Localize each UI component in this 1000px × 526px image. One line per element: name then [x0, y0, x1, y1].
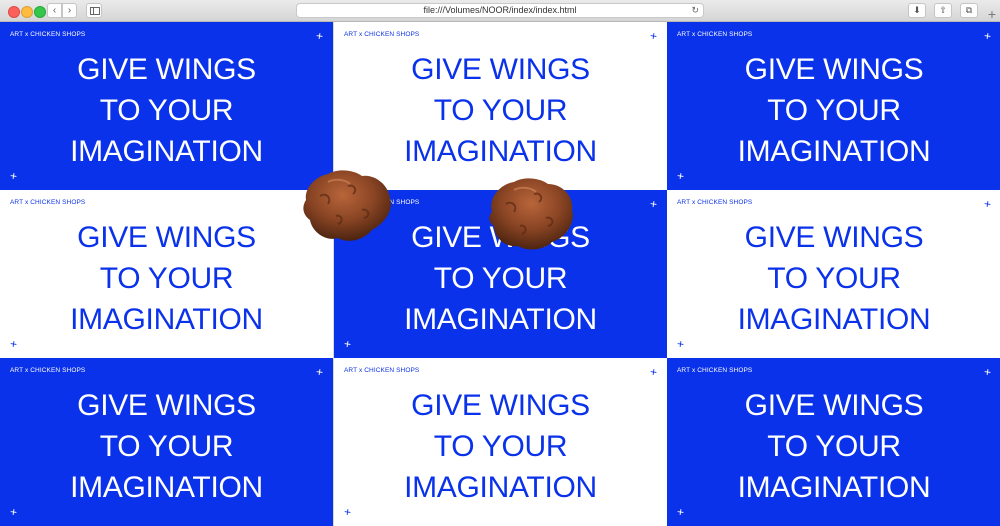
headline-line: TO YOUR: [99, 262, 234, 295]
plus-icon: +: [649, 196, 658, 212]
tile-label: ART x CHICKEN SHOPS: [10, 31, 86, 38]
sidebar-toggle-button[interactable]: [86, 3, 102, 18]
share-icon: ⇧: [939, 5, 947, 15]
plus-icon: +: [983, 28, 992, 44]
tile-headline: GIVE WINGSTO YOURIMAGINATION: [334, 49, 667, 172]
poster-tile: ART x CHICKEN SHOPS+GIVE WINGSTO YOURIMA…: [334, 22, 667, 190]
poster-tile: ART x CHICKEN SHOPS + GIVE WINGS TO YOUR IMA…: [334, 358, 667, 526]
tile-headline: GIVE WINGS TO YOUR IMAGINATION: [667, 385, 1000, 508]
plus-icon: +: [983, 364, 992, 380]
web-page: ART x CHICKEN SHOPS + GIVE WINGS TO YOUR IMA…: [0, 22, 1000, 526]
plus-icon: +: [9, 168, 18, 184]
back-button[interactable]: ‹: [47, 3, 62, 18]
headline-line: GIVE WINGS: [77, 53, 256, 86]
headline-line: IMAGINATION: [737, 303, 931, 336]
tile-headline: GIVE WINGS TO YOUR IMAGINATION: [334, 385, 667, 508]
plus-icon: +: [9, 504, 18, 520]
poster-tile: ART x CHICKEN SHOPS + GIVE WINGS TO YOUR IMA…: [667, 358, 1000, 526]
headline-line: TO YOUR: [433, 94, 568, 127]
tile-label: ART x CHICKEN SHOPS: [10, 199, 86, 206]
poster-tile: ART x CHICKEN SHOPS + GIVE WINGS TO YOUR IMA…: [0, 22, 333, 190]
plus-icon: +: [649, 28, 658, 44]
new-tab-button[interactable]: +: [984, 6, 1000, 22]
plus-icon: +: [676, 168, 685, 184]
rock-image: [303, 170, 391, 241]
chevron-left-icon: ‹: [52, 5, 57, 16]
tile-headline: GIVE WINGS TO YOUR IMAGINATION: [667, 217, 1000, 340]
tile-label: ART x CHICKEN SHOPS: [10, 367, 86, 374]
plus-icon: +: [9, 336, 18, 352]
headline-line: TO YOUR: [433, 430, 568, 463]
headline-line: GIVE WINGS: [744, 221, 924, 254]
headline-line: IMAGINATION: [737, 135, 931, 168]
headline-line: IMAGINATION: [737, 471, 931, 504]
tile-label: ART x CHICKEN SHOPS: [677, 31, 753, 38]
headline-line: IMAGINATION: [70, 135, 263, 168]
headline-line: TO YOUR: [767, 262, 901, 295]
download-icon: ⬇: [913, 5, 921, 15]
headline-line: TO YOUR: [99, 430, 234, 463]
tile-label: ART x CHICKEN SHOPS: [677, 199, 753, 206]
headline-line: IMAGINATION: [70, 303, 263, 336]
poster-tile: ART x CHICKEN SHOPS + GIVE WINGS TO YOUR IMA…: [0, 358, 333, 526]
headline-line: TO YOUR: [99, 94, 234, 127]
chevron-right-icon: ›: [67, 5, 72, 16]
tab-overview-button[interactable]: ⧉: [960, 3, 978, 18]
downloads-button[interactable]: ⬇: [908, 3, 926, 18]
tile-headline: GIVE WINGS TO YOUR IMAGINATION: [0, 217, 333, 340]
plus-icon: +: [343, 504, 352, 520]
tile-label: ART x CHICKEN SHOPS: [677, 367, 753, 374]
tile-headline: GIVE WINGS TO YOUR IMAGINATION: [0, 49, 333, 172]
headline-line: IMAGINATION: [70, 471, 263, 504]
plus-icon: +: [343, 336, 352, 352]
headline-line: IMAGINATION: [404, 471, 597, 504]
browser-toolbar: ‹ › file:///Volumes/NOOR/index/index.htm…: [0, 0, 1000, 22]
address-bar[interactable]: file:///Volumes/NOOR/index/index.html ↻: [296, 3, 704, 18]
poster-tile: ART x CHICKEN SHOPS + GIVE WINGS TO YOUR IMA…: [667, 190, 1000, 358]
plus-icon: +: [315, 28, 324, 44]
plus-icon: +: [649, 364, 658, 380]
share-button[interactable]: ⇧: [934, 3, 952, 18]
headline-line: GIVE WINGS: [411, 53, 590, 86]
poster-tile: ART x CHICKEN SHOPS + GIVE WINGS TO YOUR IMA…: [667, 22, 1000, 190]
tile-label: ART x CHICKEN SHOPS: [344, 31, 420, 38]
plus-icon: +: [315, 364, 324, 380]
headline-line: GIVE WINGS: [744, 389, 924, 422]
plus-icon: +: [983, 196, 992, 212]
tabs-icon: ⧉: [965, 5, 973, 15]
tile-headline: GIVE WINGS TO YOUR IMAGINATION: [667, 49, 1000, 172]
rock-image: [489, 178, 573, 250]
headline-line: GIVE WINGS: [77, 221, 256, 254]
reload-icon[interactable]: ↻: [691, 4, 699, 17]
headline-line: IMAGINATION: [404, 303, 597, 336]
tile-headline: GIVE WINGS TO YOUR IMAGINATION: [0, 385, 333, 508]
headline-line: TO YOUR: [767, 430, 901, 463]
url-text: file:///Volumes/NOOR/index/index.html: [423, 5, 577, 15]
headline-line: TO YOUR: [433, 262, 568, 295]
minimize-window-button[interactable]: [21, 6, 33, 18]
tile-label: ART x CHICKEN SHOPS: [344, 367, 420, 374]
plus-icon: +: [676, 336, 685, 352]
headline-line: GIVE WINGS: [744, 53, 924, 86]
headline-line: GIVE WINGS: [411, 389, 590, 422]
plus-icon: +: [676, 504, 685, 520]
poster-tile: ART x CHICKEN SHOPS + GIVE WINGS TO YOUR IMA…: [0, 190, 333, 358]
plus-icon: +: [987, 6, 997, 22]
headline-line: TO YOUR: [767, 94, 901, 127]
forward-button[interactable]: ›: [62, 3, 77, 18]
close-window-button[interactable]: [8, 6, 20, 18]
maximize-window-button[interactable]: [34, 6, 46, 18]
headline-line: GIVE WINGS: [77, 389, 256, 422]
